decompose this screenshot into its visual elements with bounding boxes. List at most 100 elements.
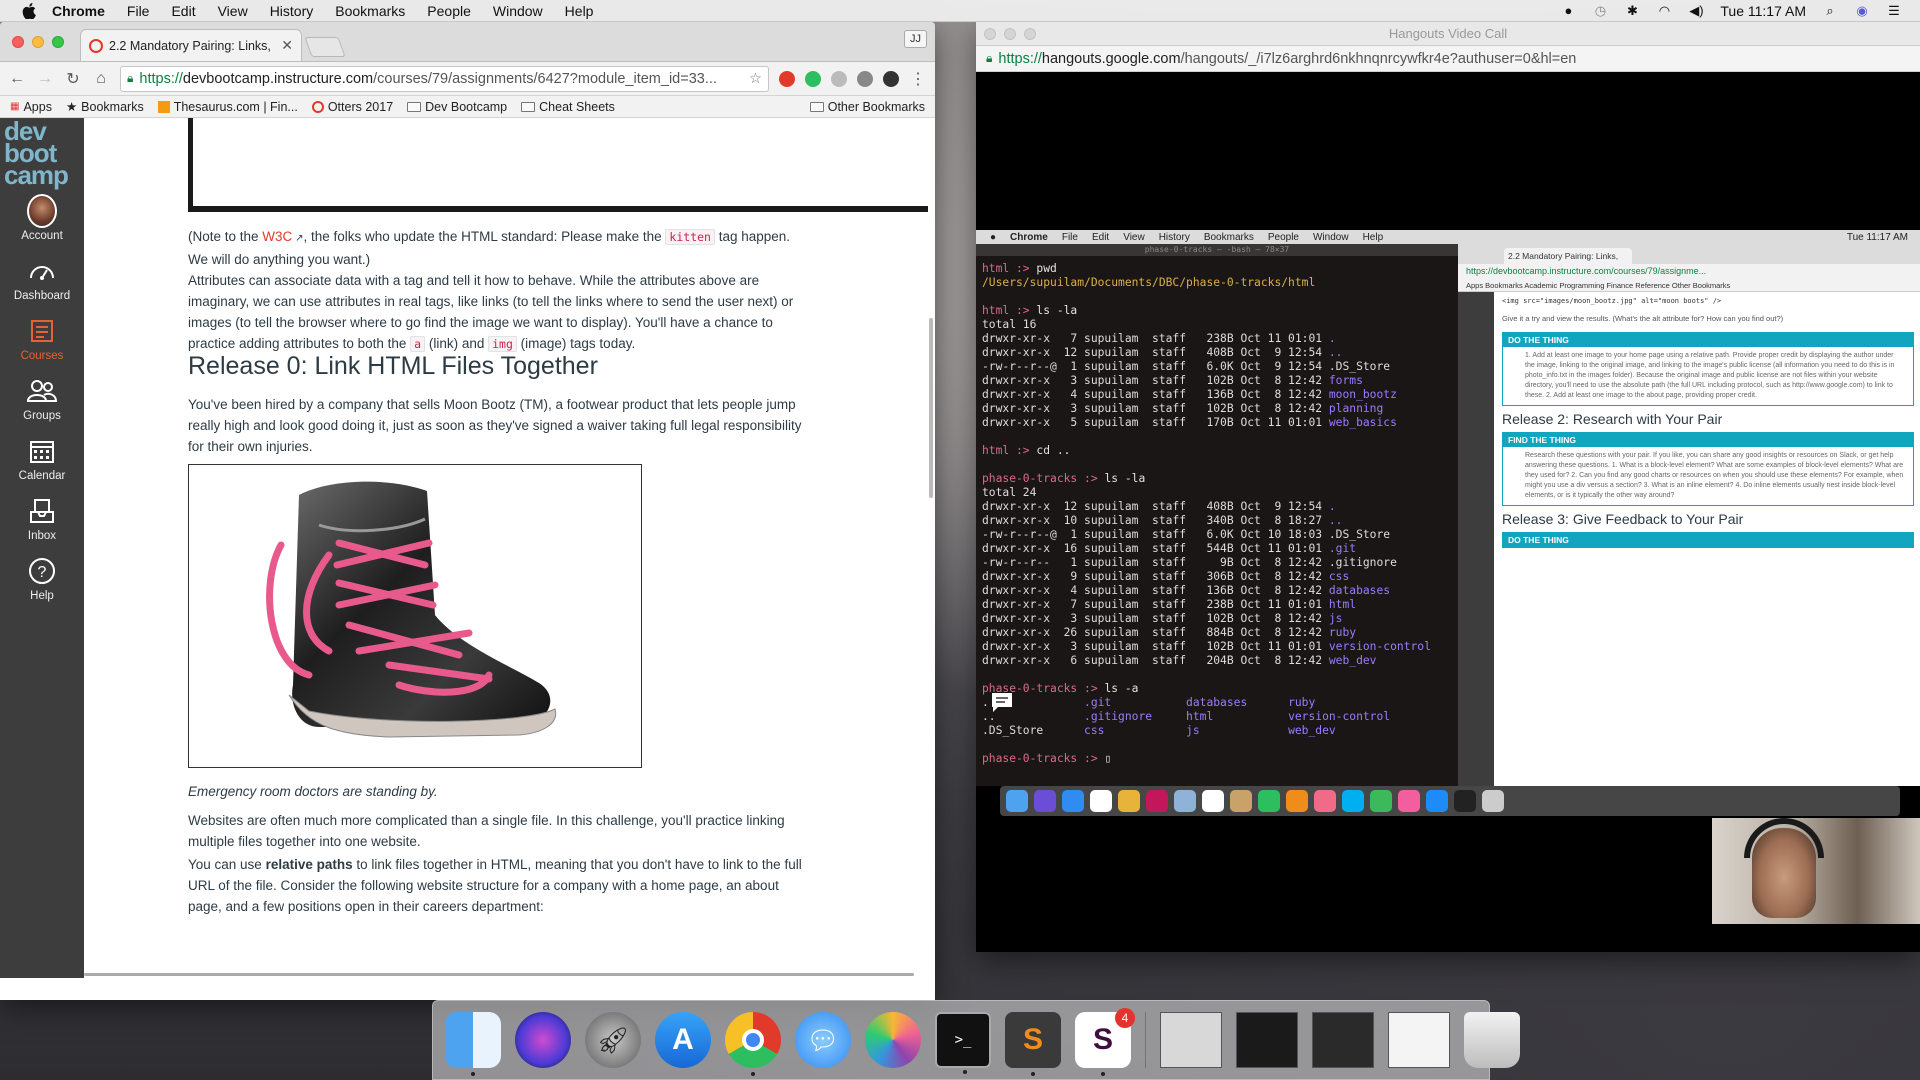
apps-grid-icon: ▦ — [10, 101, 20, 112]
minimize-window-button[interactable] — [32, 36, 44, 48]
app-store-icon[interactable]: A — [655, 1012, 711, 1068]
status-area: ● ◷ ✱ ◠ ◀) Tue 11:17 AM ⌕ ◉ ☰ — [1560, 3, 1902, 19]
finder-icon[interactable] — [445, 1012, 501, 1076]
dev-bootcamp-logo[interactable]: dev boot camp — [0, 118, 84, 188]
hangouts-address-bar[interactable]: 🔒︎ https://hangouts.google.com/hangouts/… — [976, 46, 1920, 72]
horizontal-scrollbar[interactable] — [84, 973, 914, 976]
numbers-icon — [1370, 790, 1392, 812]
evernote-extension-icon[interactable] — [805, 70, 821, 87]
other-bookmarks[interactable]: Other Bookmarks — [809, 100, 925, 114]
new-tab-button[interactable] — [304, 37, 346, 57]
terminal-directory: .. — [1328, 514, 1343, 527]
chrome-icon[interactable] — [725, 1012, 781, 1076]
extension-icon-2[interactable] — [857, 70, 873, 87]
bookmark-star-icon[interactable]: ☆ — [749, 71, 762, 87]
slack-icon[interactable]: S4 — [1075, 1008, 1135, 1076]
siri-icon — [1034, 790, 1056, 812]
minimized-window-thumbnail[interactable] — [1160, 1012, 1222, 1068]
time-machine-icon[interactable]: ◷ — [1592, 3, 1608, 19]
close-window-button[interactable] — [12, 36, 24, 48]
menubar-clock[interactable]: Tue 11:17 AM — [1720, 3, 1806, 19]
itunes-icon — [1398, 790, 1420, 812]
terminal-command: cd .. — [1036, 444, 1071, 457]
terminal-text: -rw-r--r--@ 1 supuilam staff 6.0K Oct 10… — [982, 528, 1391, 541]
bookmark-thesaurus[interactable]: Thesaurus.com | Fin... — [157, 100, 298, 114]
siri-icon[interactable]: ◉ — [1854, 3, 1870, 19]
terminal-directory: forms — [1328, 374, 1363, 387]
minimized-window-thumbnail[interactable] — [1312, 1012, 1374, 1068]
tab-title: 2.2 Mandatory Pairing: Links, I — [109, 38, 276, 53]
close-window-button[interactable] — [984, 28, 996, 40]
trash-icon[interactable] — [1464, 1012, 1520, 1068]
nav-help[interactable]: ? Help — [0, 556, 84, 602]
terminal-directory: .gitignore html version-control — [1084, 710, 1391, 723]
spotlight-search-icon[interactable]: ⌕ — [1822, 3, 1838, 19]
close-tab-icon[interactable]: ✕ — [281, 37, 293, 54]
menu-window[interactable]: Window — [493, 3, 543, 19]
minimize-window-button[interactable] — [1004, 28, 1016, 40]
zoom-window-button[interactable] — [1024, 28, 1036, 40]
bluetooth-icon[interactable]: ✱ — [1624, 3, 1640, 19]
sublime-text-icon[interactable]: S — [1005, 1012, 1061, 1076]
nav-courses[interactable]: Courses — [0, 316, 84, 362]
terminal-output: html :> pwd/Users/supuilam/Documents/DBC… — [982, 262, 1452, 766]
terminal-line: phase-0-tracks :> ls -a — [982, 682, 1452, 696]
messages-icon[interactable]: 💬︎ — [795, 1012, 851, 1068]
nav-groups[interactable]: Groups — [0, 376, 84, 422]
nav-account[interactable]: Account — [0, 194, 84, 242]
bookmark-otters[interactable]: Otters 2017 — [311, 100, 393, 114]
chat-bubble-icon[interactable] — [986, 688, 1018, 716]
volume-icon[interactable]: ◀) — [1688, 3, 1704, 19]
nav-calendar[interactable]: Calendar — [0, 436, 84, 482]
photos-icon[interactable] — [865, 1012, 921, 1068]
reload-icon[interactable]: ↻ — [64, 69, 82, 89]
github-icon[interactable]: ● — [1560, 3, 1576, 19]
terminal-directory: .git — [1328, 542, 1357, 555]
terminal-text: total 16 — [982, 318, 1037, 331]
shared-screen: ● Chrome File Edit View History Bookmark… — [976, 230, 1920, 816]
evernote-icon — [1258, 790, 1280, 812]
terminal-directory: .git databases ruby — [1084, 696, 1316, 709]
terminal-line: .DS_Store css js web_dev — [982, 724, 1452, 738]
address-bar[interactable]: 🔒︎ https://devbootcamp.instructure.com/c… — [120, 65, 769, 92]
notification-center-icon[interactable]: ☰ — [1886, 3, 1902, 19]
menu-view[interactable]: View — [218, 3, 248, 19]
launchpad-icon[interactable]: 🚀︎ — [585, 1012, 641, 1068]
bookmark-cheat-sheets[interactable]: Cheat Sheets — [521, 100, 615, 114]
siri-icon[interactable] — [515, 1012, 571, 1068]
tab-canvas-assignment[interactable]: 2.2 Mandatory Pairing: Links, I ✕ — [80, 29, 302, 61]
vertical-scrollbar[interactable] — [929, 318, 933, 498]
back-arrow-icon[interactable]: ← — [8, 70, 26, 88]
zoom-window-button[interactable] — [52, 36, 64, 48]
menu-people[interactable]: People — [427, 3, 471, 19]
apple-menu-icon[interactable] — [20, 2, 38, 19]
skype-icon — [1342, 790, 1364, 812]
moon-boot-image — [188, 464, 642, 768]
menu-app-name[interactable]: Chrome — [52, 3, 105, 19]
nav-dashboard[interactable]: Dashboard — [0, 256, 84, 302]
minimized-window-thumbnail[interactable] — [1236, 1012, 1298, 1068]
terminal-text: drwxr-xr-x 6 supuilam staff 204B Oct 8 1… — [982, 654, 1329, 667]
menu-help[interactable]: Help — [565, 3, 594, 19]
w3c-link[interactable]: W3C — [262, 229, 292, 244]
chrome-menu-icon[interactable]: ⋮ — [909, 69, 927, 89]
safari-icon — [1062, 790, 1084, 812]
menu-history[interactable]: History — [270, 3, 314, 19]
menu-file[interactable]: File — [127, 3, 150, 19]
home-icon[interactable]: ⌂ — [92, 70, 110, 88]
minimized-window-thumbnail[interactable] — [1388, 1012, 1450, 1068]
menu-bookmarks[interactable]: Bookmarks — [335, 3, 405, 19]
forward-arrow-icon[interactable]: → — [36, 70, 54, 88]
extension-icon-3[interactable] — [883, 70, 899, 87]
nav-inbox[interactable]: Inbox — [0, 496, 84, 542]
profile-button[interactable]: JJ — [904, 30, 927, 48]
adblock-extension-icon[interactable] — [779, 70, 795, 87]
terminal-icon[interactable]: >_ — [935, 1012, 991, 1074]
menu-edit[interactable]: Edit — [171, 3, 195, 19]
extension-icon[interactable] — [831, 70, 847, 87]
wifi-icon[interactable]: ◠ — [1656, 3, 1672, 19]
bookmark-dev-bootcamp[interactable]: Dev Bootcamp — [407, 100, 507, 114]
inbox-tray-icon — [27, 496, 57, 526]
bookmark-apps[interactable]: ▦ Apps — [10, 100, 52, 114]
bookmark-bookmarks[interactable]: ★ Bookmarks — [66, 99, 144, 115]
